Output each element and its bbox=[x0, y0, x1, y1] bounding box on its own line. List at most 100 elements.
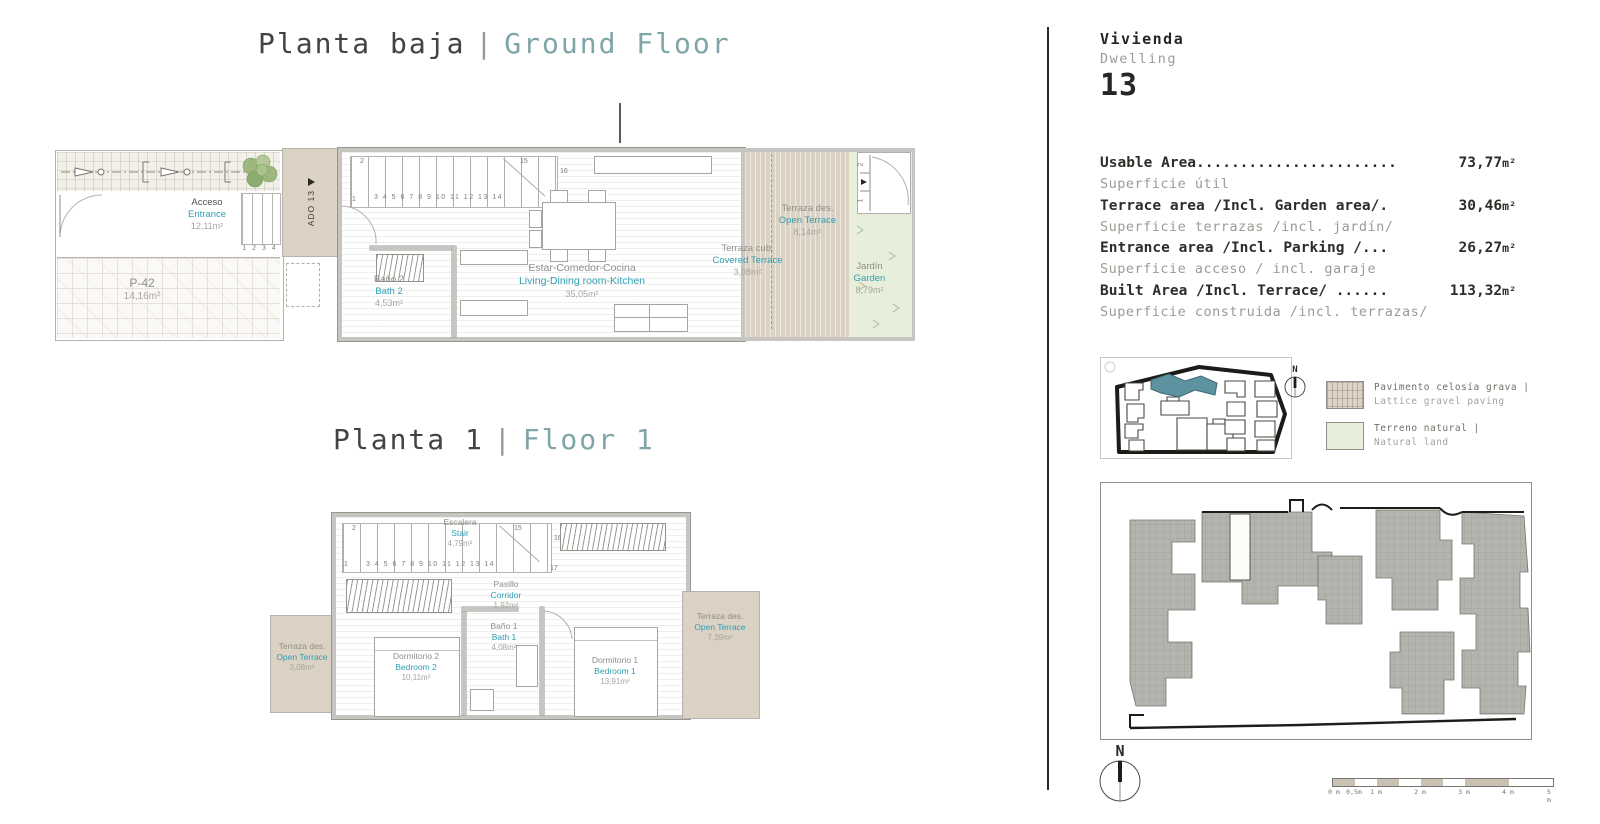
floor1-title-en: Floor 1 bbox=[523, 423, 655, 456]
corridor-label: Pasillo Corridor 1,92m² bbox=[470, 579, 542, 611]
area-label-es: Superficie acceso / incl. garaje bbox=[1100, 259, 1516, 281]
f1-stair-num-17: 17 bbox=[550, 565, 558, 572]
area-label: Built Area /Incl. Terrace/ ...... bbox=[1100, 281, 1388, 302]
area-label: Entrance area /Incl. Parking /... bbox=[1100, 238, 1388, 259]
stair-label: Escalera Stair 4,79m² bbox=[424, 517, 496, 549]
f1-stair-num-1: 1 bbox=[344, 561, 348, 568]
area-label: Terrace area /Incl. Garden area/. bbox=[1100, 196, 1388, 217]
floor1-terrace-right-label: Terraza des. Open Terrace 7,39m² bbox=[678, 611, 762, 643]
ground-title-es: Planta baja bbox=[258, 27, 465, 60]
bath2-wall bbox=[370, 246, 454, 250]
stair-num-2: 2 bbox=[360, 158, 364, 165]
ground-floor-plan: Acceso Entrance 12,11m² 1 2 3 4 P-42 14,… bbox=[55, 148, 912, 341]
entry-step-numbers: 1 2 3 4 bbox=[241, 245, 279, 252]
living-room-label: Estar-Comedor-Cocina Living-Dining room-… bbox=[492, 262, 672, 300]
bath1-label: Baño 1 Bath 1 4,08m² bbox=[468, 621, 540, 653]
legend-row: Terreno natural | Natural land bbox=[1326, 422, 1530, 450]
stair-num-row: 3 4 5 6 7 8 9 10 11 12 13 14 bbox=[374, 194, 542, 201]
bath2-label: Baño 2 Bath 2 4,53m² bbox=[346, 274, 432, 310]
site-plan bbox=[1100, 482, 1532, 740]
terrace-divider-dashed bbox=[771, 154, 772, 329]
entry-door-swing bbox=[286, 263, 320, 307]
sofa bbox=[614, 304, 688, 332]
bedroom1-door-arc-icon bbox=[542, 609, 574, 641]
area-table: Usable Area....................... 73,77m… bbox=[1100, 153, 1516, 323]
entrance-parking-block: Acceso Entrance 12,11m² 1 2 3 4 P-42 14,… bbox=[55, 150, 284, 341]
plant-icon bbox=[235, 152, 281, 192]
ground-floor-title: Planta baja | Ground Floor bbox=[258, 27, 731, 60]
wardrobe bbox=[346, 579, 452, 613]
highlighted-dwelling bbox=[1230, 514, 1250, 580]
floor1-house: 2 1 3 4 5 6 7 8 9 10 11 12 13 14 15 16 1… bbox=[332, 513, 690, 719]
fence-strip bbox=[57, 152, 280, 191]
area-value: 30,46m² bbox=[1458, 196, 1516, 217]
garden-label: Jardín Garden 8,79m² bbox=[827, 261, 912, 297]
area-value: 113,32m² bbox=[1450, 281, 1516, 302]
stair-num-1: 1 bbox=[352, 196, 356, 203]
parking-label: P-42 14,16m² bbox=[92, 276, 192, 304]
entrance-corridor: Acceso Entrance 12,11m² 1 2 3 4 bbox=[57, 191, 280, 258]
title-separator: | bbox=[494, 423, 513, 456]
natural-land-swatch bbox=[1326, 422, 1364, 450]
floor1-title-es: Planta 1 bbox=[333, 423, 484, 456]
area-row: Usable Area....................... 73,77m… bbox=[1100, 153, 1516, 196]
bath1-toilet bbox=[470, 689, 494, 711]
garden-step-1: 1 bbox=[857, 199, 864, 203]
lattice-paving-swatch bbox=[1326, 381, 1364, 409]
chair bbox=[588, 249, 606, 262]
closet-hatch bbox=[560, 523, 666, 551]
bedroom2-label: Dormitorio 2 Bedroom 2 10,11m² bbox=[362, 651, 470, 683]
garden-zone: 2 1 bbox=[849, 148, 915, 341]
area-row: Entrance area /Incl. Parking /... 26,27m²… bbox=[1100, 238, 1516, 281]
title-separator: | bbox=[475, 27, 494, 60]
dwelling-number: 13 bbox=[1100, 68, 1184, 103]
ado-arrow-icon bbox=[308, 178, 315, 186]
area-row: Built Area /Incl. Terrace/ ...... 113,32m… bbox=[1100, 281, 1516, 324]
area-label-es: Superficie útil bbox=[1100, 174, 1516, 196]
location-minimap bbox=[1099, 356, 1294, 461]
covered-terrace-label: Terraza cub. Covered Terrace 3,08m² bbox=[690, 243, 805, 279]
entrance-door-arc-icon bbox=[58, 193, 102, 239]
scale-bar-labels: 0 m 0,5m 1 m 2 m 3 m 4 m 5 m bbox=[1332, 788, 1556, 798]
chair bbox=[550, 190, 568, 203]
scale-bar-segments bbox=[1332, 778, 1554, 787]
dwelling-label-en: Dwelling bbox=[1100, 51, 1184, 67]
bedroom1-label: Dormitorio 1 Bedroom 1 13,91m² bbox=[564, 655, 666, 687]
compass-icon bbox=[1283, 375, 1307, 399]
area-label-es: Superficie construida /incl. terrazas/ bbox=[1100, 302, 1516, 324]
ground-floor-house: 1 2 3 4 5 6 7 8 9 10 11 12 13 14 15 16 1… bbox=[338, 148, 745, 341]
f1-stair-num-row: 3 4 5 6 7 8 9 10 11 12 13 14 bbox=[366, 561, 534, 568]
ground-title-en: Ground Floor bbox=[504, 27, 730, 60]
area-value: 73,77m² bbox=[1458, 153, 1516, 174]
legend-row: Pavimento celosía grava | Lattice gravel… bbox=[1326, 381, 1530, 409]
bath2-wall bbox=[452, 246, 456, 337]
ado-label: ADO 13 bbox=[306, 190, 316, 226]
chair bbox=[588, 190, 606, 203]
kitchen-counter-low bbox=[460, 300, 528, 316]
garden-door-nook: 2 1 bbox=[857, 152, 911, 214]
garden-step-2: 2 bbox=[857, 163, 864, 167]
area-label: Usable Area....................... bbox=[1100, 153, 1397, 174]
dwelling-header: Vivienda Dwelling 13 bbox=[1100, 30, 1184, 103]
f1-stair-num-2: 2 bbox=[352, 525, 356, 532]
plan-sheet: Planta baja | Ground Floor bbox=[0, 0, 1600, 824]
chair bbox=[529, 230, 542, 248]
floor1-terrace-left-label: Terraza des. Open Terrace 3,08m² bbox=[264, 641, 340, 673]
section-cut-mark bbox=[619, 103, 621, 143]
entrance-room-label: Acceso Entrance 12,11m² bbox=[161, 197, 253, 233]
stair-num-16: 16 bbox=[560, 168, 568, 175]
compass-icon bbox=[1097, 758, 1143, 804]
garden-door-arc-icon bbox=[858, 153, 910, 213]
panel-divider bbox=[1047, 27, 1049, 790]
legend: Pavimento celosía grava | Lattice gravel… bbox=[1326, 381, 1530, 463]
area-value: 26,27m² bbox=[1458, 238, 1516, 259]
floor1-plan: Terraza des. Open Terrace 3,08m² 2 1 3 4… bbox=[270, 503, 765, 725]
site-compass: N bbox=[1097, 744, 1143, 808]
entry-steps bbox=[241, 193, 281, 245]
area-row: Terrace area /Incl. Garden area/. 30,46m²… bbox=[1100, 196, 1516, 239]
kitchen-counter-top bbox=[594, 156, 712, 174]
area-label-es: Superficie terrazas /incl. jardín/ bbox=[1100, 217, 1516, 239]
minimap-compass: N bbox=[1283, 366, 1307, 403]
ado-access-strip: ADO 13 bbox=[282, 148, 340, 257]
stair-num-15: 15 bbox=[520, 158, 528, 165]
